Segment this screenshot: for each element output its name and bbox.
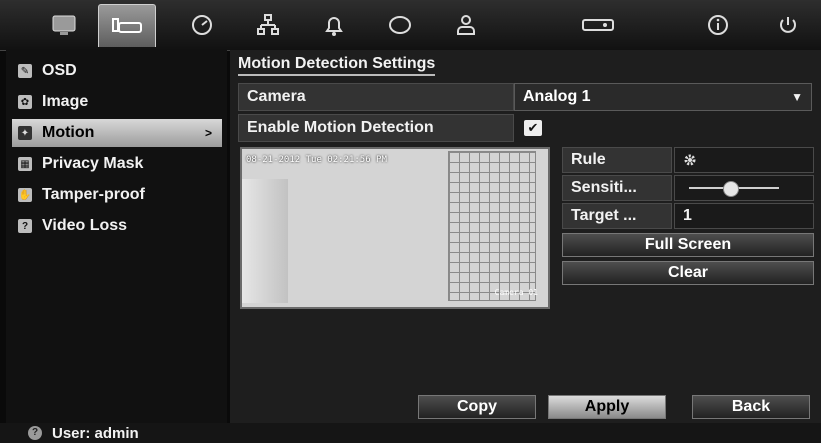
- monitor-icon: [52, 15, 76, 35]
- video-loss-icon: ?: [18, 219, 32, 233]
- sensitivity-label: Sensiti...: [562, 175, 672, 201]
- tab-camera[interactable]: [98, 4, 156, 47]
- motion-icon: ✦: [18, 126, 32, 140]
- top-menu-bar: [0, 0, 821, 51]
- sidebar-item-label: Privacy Mask: [42, 155, 144, 172]
- sidebar-item-video-loss[interactable]: ? Video Loss: [12, 212, 222, 240]
- sidebar-item-label: Tamper-proof: [42, 186, 145, 203]
- sidebar-item-tamper-proof[interactable]: ✋ Tamper-proof: [12, 181, 222, 209]
- target-row: Target ... 1: [562, 203, 814, 229]
- apply-button[interactable]: Apply: [548, 395, 666, 419]
- sidebar-item-label: Image: [42, 93, 89, 110]
- motion-detection-grid[interactable]: [448, 151, 536, 301]
- enable-motion-label: Enable Motion Detection: [247, 119, 434, 136]
- full-screen-button[interactable]: Full Screen: [562, 233, 814, 257]
- tab-device[interactable]: [570, 4, 626, 46]
- chevron-right-icon: >: [204, 126, 212, 140]
- bell-icon: [325, 17, 343, 36]
- slider-thumb[interactable]: [723, 181, 740, 197]
- privacy-mask-icon: ▦: [18, 157, 32, 171]
- info-icon: [708, 15, 728, 35]
- main-panel: Motion Detection Settings Camera Analog …: [230, 50, 821, 423]
- image-icon: ✿: [18, 95, 32, 109]
- sidebar-item-privacy-mask[interactable]: ▦ Privacy Mask: [12, 150, 222, 178]
- network-icon: [257, 14, 279, 35]
- tab-storage[interactable]: [372, 4, 428, 46]
- device-icon: [582, 19, 614, 31]
- clock-icon: [192, 15, 212, 35]
- preview-timestamp: 08-21-2012 Tue 02:21:56 PM: [246, 155, 387, 165]
- user-status-icon: ?: [28, 426, 42, 440]
- sidebar-item-label: OSD: [42, 62, 77, 79]
- hdd-icon: [389, 16, 411, 34]
- tamper-icon: ✋: [18, 188, 32, 202]
- camera-icon: [112, 18, 142, 33]
- sensitivity-slider[interactable]: [689, 181, 779, 197]
- rule-settings-button[interactable]: [674, 147, 814, 173]
- camera-preview[interactable]: 08-21-2012 Tue 02:21:56 PM Camera 01: [240, 147, 550, 309]
- sidebar-item-label: Motion: [42, 124, 95, 141]
- user-icon: [457, 15, 475, 35]
- user-status-text: User: admin: [52, 424, 139, 442]
- sidebar-item-osd[interactable]: ✎ OSD: [12, 57, 222, 85]
- osd-icon: ✎: [18, 64, 32, 78]
- tab-power[interactable]: [760, 4, 816, 46]
- preview-scene: [242, 179, 288, 303]
- camera-label: Camera: [247, 88, 306, 105]
- tab-network[interactable]: [240, 4, 296, 46]
- tab-display[interactable]: [36, 4, 92, 46]
- tab-alarm[interactable]: [306, 4, 362, 46]
- page-title: Motion Detection Settings: [238, 55, 436, 76]
- rule-row: Rule: [562, 147, 814, 173]
- tab-schedule[interactable]: [174, 4, 230, 46]
- sidebar-item-motion[interactable]: ✦ Motion >: [12, 119, 222, 147]
- tab-info[interactable]: [690, 4, 746, 46]
- sensitivity-row: Sensiti...: [562, 175, 814, 201]
- preview-camera-label: Camera 01: [494, 288, 538, 297]
- clear-button[interactable]: Clear: [562, 261, 814, 285]
- sidebar-item-label: Video Loss: [42, 217, 128, 234]
- target-label: Target ...: [562, 203, 672, 229]
- sensitivity-field: [674, 175, 814, 201]
- target-value[interactable]: 1: [674, 203, 814, 229]
- sidebar-item-image[interactable]: ✿ Image: [12, 88, 222, 116]
- rule-label: Rule: [562, 147, 672, 173]
- tab-users[interactable]: [438, 4, 494, 46]
- camera-row: Camera: [238, 83, 514, 111]
- chevron-down-icon: ▼: [791, 90, 803, 104]
- back-button[interactable]: Back: [692, 395, 810, 419]
- power-icon: [780, 17, 796, 33]
- sidebar: ✎ OSD ✿ Image ✦ Motion > ▦ Privacy Mask …: [6, 50, 227, 423]
- enable-row: Enable Motion Detection: [238, 114, 514, 142]
- camera-select[interactable]: Analog 1 ▼: [514, 83, 812, 111]
- copy-button[interactable]: Copy: [418, 395, 536, 419]
- status-bar: ? User: admin: [0, 423, 821, 443]
- camera-value: Analog 1: [523, 88, 591, 105]
- gear-icon: [684, 154, 696, 166]
- enable-motion-checkbox[interactable]: ✔: [524, 120, 542, 136]
